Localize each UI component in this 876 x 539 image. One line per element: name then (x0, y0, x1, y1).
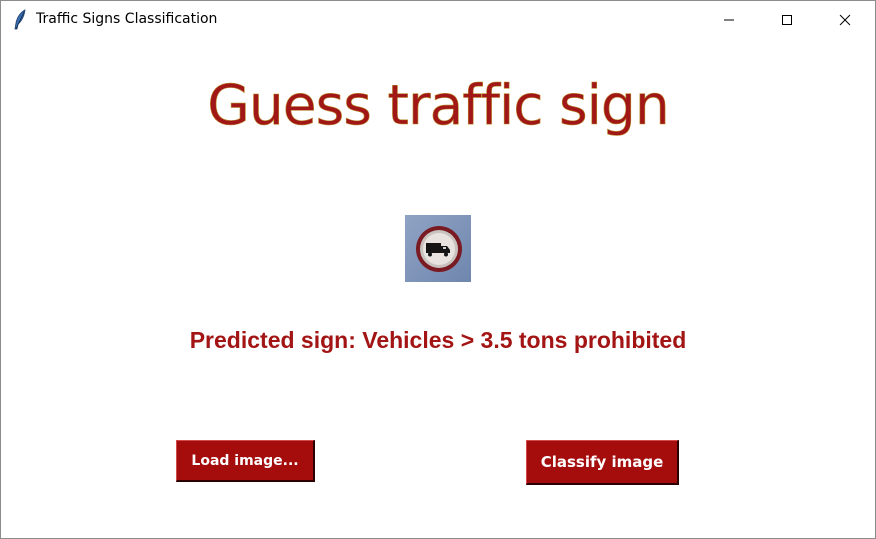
page-heading: Guess traffic sign (207, 73, 670, 138)
feather-icon (12, 9, 28, 31)
window-title: Traffic Signs Classification (36, 11, 218, 27)
minimize-button[interactable] (700, 1, 758, 39)
prediction-label: Predicted sign: Vehicles > 3.5 tons proh… (189, 327, 687, 353)
sign-image (405, 215, 471, 282)
close-button[interactable] (816, 1, 874, 39)
app-window: Traffic Signs Classification Guess traff… (0, 0, 876, 539)
load-image-button[interactable]: Load image... (176, 440, 315, 482)
close-icon (839, 14, 851, 26)
minimize-icon (723, 14, 735, 26)
maximize-icon (781, 14, 793, 26)
truck-prohibited-sign-icon (405, 215, 471, 282)
maximize-button[interactable] (758, 1, 816, 39)
classify-image-button[interactable]: Classify image (526, 440, 679, 485)
title-bar[interactable]: Traffic Signs Classification (1, 1, 875, 39)
